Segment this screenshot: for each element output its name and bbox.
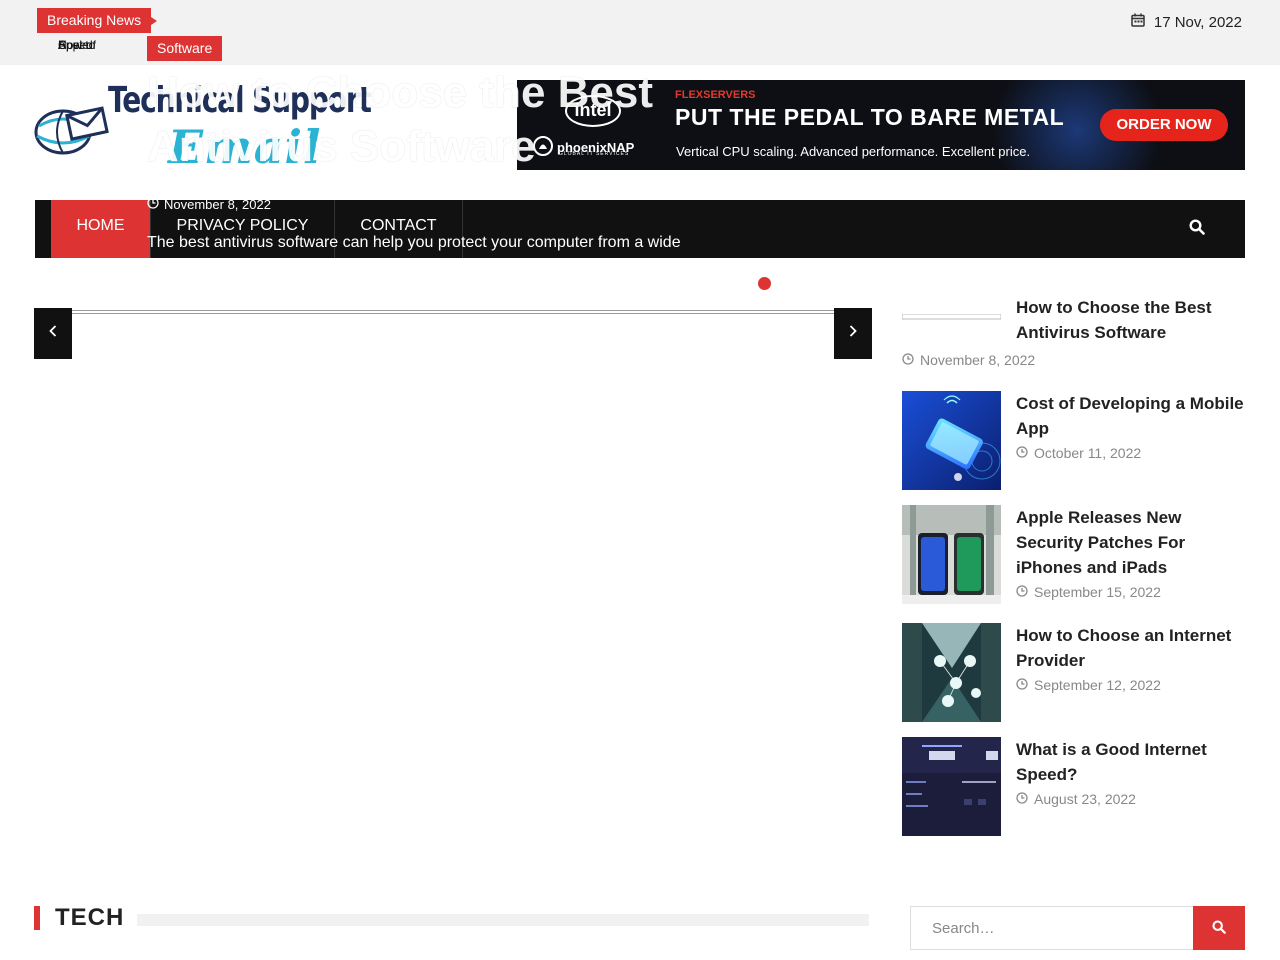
sidebar-post[interactable]: How to Choose the Best Antivirus Softwar… [902, 295, 1247, 375]
post-title[interactable]: How to Choose the Best Antivirus Softwar… [1016, 295, 1246, 345]
search-input[interactable] [910, 906, 1194, 950]
clock-icon [147, 197, 159, 212]
slider-next-button[interactable] [834, 308, 872, 359]
ad-brand-top: FLEXSERVERS [675, 89, 756, 101]
section-heading-tech: TECH [34, 904, 869, 934]
post-date-text: September 15, 2022 [1034, 584, 1161, 600]
order-now-button[interactable]: ORDER NOW [1100, 109, 1228, 141]
nav-item-home[interactable]: HOME [51, 200, 151, 258]
calendar-icon [1131, 13, 1145, 31]
slider-dot[interactable] [827, 277, 840, 290]
slider-dot[interactable] [781, 277, 794, 290]
post-date: October 11, 2022 [1016, 445, 1141, 461]
post-thumbnail[interactable] [902, 737, 1001, 836]
clock-icon [1016, 791, 1028, 807]
search-icon[interactable] [1189, 219, 1205, 240]
clock-icon [1016, 584, 1028, 600]
search-widget [910, 906, 1245, 950]
post-date: August 23, 2022 [1016, 791, 1136, 807]
sidebar-post[interactable]: How to Choose an Internet Provider Septe… [902, 623, 1247, 722]
slider-pagination [758, 277, 840, 290]
search-button[interactable] [1193, 906, 1245, 950]
site-logo[interactable]: Technical Support Email [33, 78, 372, 188]
clock-icon [902, 352, 914, 368]
ad-headline: PUT THE PEDAL TO BARE METAL [675, 104, 1065, 130]
section-divider [137, 914, 869, 926]
search-icon [1212, 919, 1226, 937]
post-date-text: September 12, 2022 [1034, 677, 1161, 693]
post-date: September 15, 2022 [1016, 584, 1161, 600]
phoenixnap-sub: GLOBAL IT SERVICES [559, 151, 630, 157]
post-date: September 12, 2022 [1016, 677, 1161, 693]
chevron-left-icon [48, 324, 58, 343]
clock-icon [1016, 445, 1028, 461]
section-title: TECH [55, 904, 125, 931]
post-thumbnail[interactable] [902, 623, 1001, 722]
post-date-text: August 23, 2022 [1034, 791, 1136, 807]
ad-subline: Vertical CPU scaling. Advanced performan… [676, 144, 1031, 159]
sidebar-post[interactable]: What is a Good Internet Speed? August 23… [902, 737, 1247, 836]
current-date: 17 Nov, 2022 [1131, 13, 1242, 31]
slide-excerpt: The best antivirus software can help you… [147, 234, 681, 251]
breaking-news-label: Breaking News [37, 8, 158, 33]
logo-subtitle: Email [168, 120, 322, 174]
post-title[interactable]: How to Choose an Internet Provider [1016, 623, 1246, 673]
slider-prev-button[interactable] [34, 308, 72, 359]
post-title[interactable]: Apple Releases New Security Patches For … [1016, 505, 1246, 580]
post-date-text: November 8, 2022 [920, 352, 1036, 368]
ad-brand-block: intel phoenixNAP GLOBAL IT SERVICES [517, 80, 667, 170]
chevron-right-icon [848, 324, 858, 343]
logo-title: Technical Support [108, 80, 372, 121]
slider-dot[interactable] [804, 277, 817, 290]
phoenix-icon [533, 136, 553, 159]
section-accent-bar [34, 906, 40, 930]
slide-category-badge[interactable]: Software [147, 36, 223, 61]
slide-date: November 8, 2022 [147, 197, 271, 212]
news-ticker[interactable]: Apple How to Cost of Speed [58, 38, 118, 52]
advertisement-banner[interactable]: intel phoenixNAP GLOBAL IT SERVICES FLEX… [517, 80, 1245, 170]
globe-envelope-icon [33, 104, 109, 161]
post-date: November 8, 2022 [902, 352, 1035, 368]
clock-icon [1016, 677, 1028, 693]
date-text: 17 Nov, 2022 [1153, 13, 1242, 31]
post-title[interactable]: Cost of Developing a Mobile App [1016, 391, 1246, 441]
sidebar-post[interactable]: Cost of Developing a Mobile App October … [902, 391, 1247, 490]
slide-date-text: November 8, 2022 [164, 197, 271, 212]
slider-dot[interactable] [758, 277, 771, 290]
post-date-text: October 11, 2022 [1034, 445, 1142, 461]
slider-frame [72, 310, 834, 314]
ticker-item[interactable]: Speed [58, 38, 93, 52]
intel-logo: intel [565, 95, 621, 127]
post-thumbnail[interactable] [902, 391, 1001, 490]
sidebar-post[interactable]: Apple Releases New Security Patches For … [902, 505, 1247, 604]
post-thumbnail[interactable] [902, 505, 1001, 604]
post-thumbnail[interactable] [902, 307, 1001, 327]
post-title[interactable]: What is a Good Internet Speed? [1016, 737, 1246, 787]
